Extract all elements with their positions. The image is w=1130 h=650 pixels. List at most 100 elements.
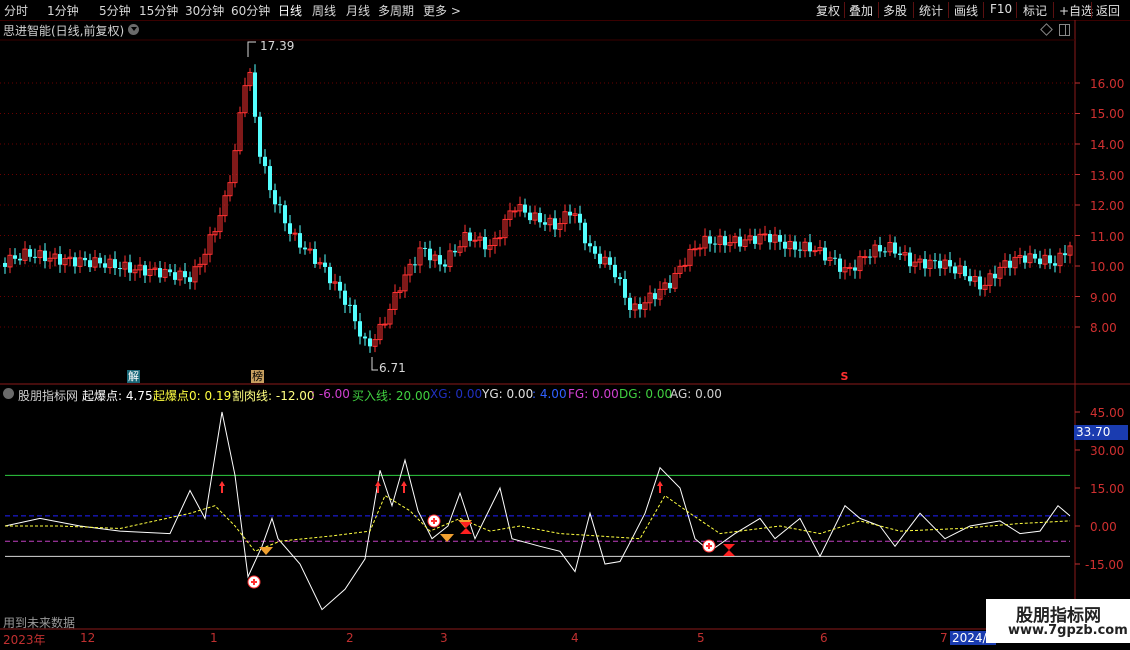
candle-down [18,258,22,261]
price-tick: 14.00 [1090,138,1125,152]
candle-down [13,255,17,259]
candle-down [908,252,912,267]
candle-down [1053,263,1057,266]
candle-down [933,260,937,262]
indicator-header: 股朋指标网 起爆点: 4.75 起爆点0: 0.19 割肉线: -12.00 :… [0,385,1075,403]
candle-down [168,269,172,273]
candle-down [338,281,342,291]
candle-down [708,236,712,244]
geroux-value: 割肉线: -12.00 [232,389,315,403]
x-tick: 2 [346,631,354,645]
candle-down [883,251,887,253]
qibaodian-value: 起爆点: 4.75 [82,389,153,403]
candle-down [268,166,272,191]
price-tick: 8.00 [1090,321,1117,335]
candle-down [73,257,77,267]
candle-down [613,264,617,278]
candle-down [588,243,592,247]
x-tick: 6 [820,631,828,645]
indicator-name[interactable]: 股朋指标网 [18,387,78,404]
price-tick: 11.00 [1090,230,1125,244]
candle-down [358,321,362,337]
x-tick: 1 [210,631,218,645]
candle-down [468,232,472,241]
candle-down [948,260,952,267]
price-tick: 9.00 [1090,291,1117,305]
neg6-value: : -6.00 [311,387,350,401]
high-price-label: 17.39 [260,39,295,53]
s-marker[interactable]: S [838,370,851,383]
candle-down [628,297,632,311]
buy-arrow-head [375,481,381,486]
candle-down [523,204,527,213]
candle-up [497,237,503,240]
candle-down [413,264,417,266]
candle-down [343,290,347,305]
qibaodian0-line [5,494,1071,552]
candle-down [1063,253,1067,256]
candle-down [808,242,812,252]
fg-value: FG: 0.00 [568,387,619,401]
candle-down [428,248,432,261]
candle-down [638,304,642,310]
ind-tick: 30.00 [1090,444,1125,458]
candle-down [263,156,267,167]
candle-down [273,190,277,205]
candle-down [28,249,32,257]
jie-marker[interactable]: 解 [127,370,140,383]
ind-tick: 45.00 [1090,406,1125,420]
chart-canvas[interactable] [0,0,1130,650]
candle-down [58,254,62,265]
x-tick: 5 [697,631,705,645]
candle-down [783,241,787,249]
candle-down [568,211,572,216]
hourglass-signal-icon [460,522,472,534]
candle-down [608,257,612,265]
candle-down [653,293,657,300]
candle-down [853,267,857,271]
candle-down [303,247,307,250]
candle-down [838,258,842,272]
candle-down [963,265,967,277]
chevron-down-icon[interactable] [3,388,14,399]
candle-down [423,247,427,249]
candle-down [723,236,727,246]
candle-down [353,304,357,322]
candle-down [253,72,257,117]
candle-down [368,338,372,347]
candle-up [682,264,688,267]
candle-down [98,257,102,264]
candle-up [697,247,703,250]
dg-value: DG: 0.00 [619,387,673,401]
candle-up [862,256,868,259]
current-value-badge: 33.70 [1074,425,1128,440]
candle-down [438,255,442,265]
buy-arrow-head [401,481,407,486]
candle-down [323,262,327,267]
candle-down [993,273,997,279]
buy-arrow-head [219,481,225,486]
candle-down [453,250,457,253]
future-data-note: 用到未来数据 [3,616,76,630]
candle-down [88,260,92,268]
qibaodian-line [4,411,1071,611]
candle-down [1033,253,1037,259]
candle-down [583,222,587,244]
low-price-label: 6.71 [379,361,406,375]
x-tick: 7 [940,631,948,645]
candle-down [43,250,47,262]
xg-value: XG: 0.00 [430,387,483,401]
hourglass-signal-icon [723,544,735,556]
four-value: : 4.00 [532,387,567,401]
candle-down [878,245,882,252]
qibaodian0-value: 起爆点0: 0.19 [153,389,232,403]
candle-down [1038,258,1042,265]
bang-marker[interactable]: 榜 [251,370,264,383]
candle-down [1008,260,1012,268]
candle-up [512,210,518,213]
yg-value: YG: 0.00 [482,387,534,401]
candle-down [953,266,957,274]
high-pointer [247,41,256,57]
candle-down [713,243,717,245]
candle-down [753,235,757,244]
